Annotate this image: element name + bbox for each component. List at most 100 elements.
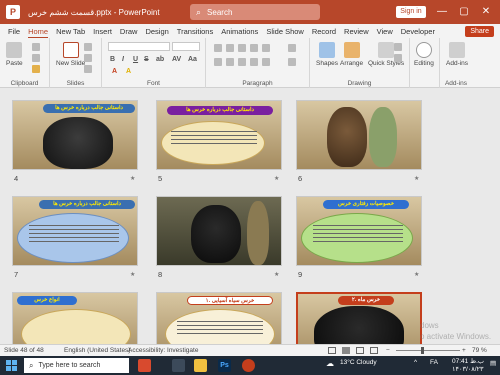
transition-star-icon: ★ (130, 176, 136, 182)
align-center-icon[interactable] (226, 58, 234, 66)
slide-thumbnail-8[interactable] (156, 196, 282, 266)
task-view-icon[interactable] (172, 359, 185, 372)
layout-icon[interactable] (84, 43, 92, 51)
slide-show-view-icon[interactable] (370, 347, 378, 354)
increase-indent-icon[interactable] (250, 44, 258, 52)
clock-date[interactable]: ۱۴۰۳/۰۸/۲۳ (452, 365, 484, 373)
highlight-button[interactable]: A (126, 68, 131, 75)
tab-design[interactable]: Design (145, 27, 168, 36)
taskbar-search[interactable]: ⌕ Type here to search (24, 358, 129, 373)
tab-new-tab[interactable]: New Tab (56, 27, 85, 36)
language-status[interactable]: English (United States) (64, 347, 130, 354)
slide-thumbnail-9[interactable]: خصوصیات رفتاری خرس (296, 196, 422, 266)
font-family-dropdown[interactable] (108, 42, 170, 51)
keyboard-language[interactable]: FA (430, 359, 438, 366)
slide-thumbnail-12[interactable]: ۲. خرس ماه (296, 292, 422, 344)
accessibility-status[interactable]: Accessibility: Investigate (128, 347, 198, 354)
search-box[interactable]: ⌕ Search (190, 4, 320, 20)
slide-thumbnail-5[interactable]: داستانی جالب درباره خرس ها (156, 100, 282, 170)
maximize-button[interactable]: ▢ (454, 0, 474, 24)
underline-button[interactable]: U (133, 56, 138, 63)
format-painter-icon[interactable] (32, 65, 40, 73)
addins-button[interactable]: Add-ins (446, 42, 468, 67)
font-size-dropdown[interactable] (172, 42, 200, 51)
new-slide-icon (62, 42, 79, 58)
tab-developer[interactable]: Developer (401, 27, 435, 36)
align-left-icon[interactable] (214, 58, 222, 66)
weather-status[interactable]: 13°C Cloudy (340, 359, 377, 366)
tab-transitions[interactable]: Transitions (177, 27, 213, 36)
tab-draw[interactable]: Draw (120, 27, 138, 36)
tab-animations[interactable]: Animations (221, 27, 258, 36)
strikethrough-button[interactable]: S (144, 56, 149, 63)
section-icon[interactable] (84, 65, 92, 73)
slide-thumbnail-6[interactable] (296, 100, 422, 170)
change-case-button[interactable]: Aa (188, 56, 197, 63)
transition-star-icon: ★ (130, 272, 136, 278)
notification-icon[interactable]: ▤ (490, 359, 496, 367)
copy-icon[interactable] (32, 54, 40, 62)
zoom-in-icon[interactable]: + (462, 347, 466, 354)
paste-button[interactable]: Paste (6, 42, 23, 67)
reset-icon[interactable] (84, 54, 92, 62)
decrease-indent-icon[interactable] (238, 44, 246, 52)
slide-thumbnail-10[interactable]: انواع خرس (12, 292, 138, 344)
numbering-icon[interactable] (226, 44, 234, 52)
arrange-button[interactable]: Arrange (340, 42, 363, 67)
zoom-out-icon[interactable]: − (386, 347, 390, 354)
bold-button[interactable]: B (110, 56, 115, 63)
justify-icon[interactable] (250, 58, 258, 66)
slide-sorter-view-icon[interactable] (342, 347, 350, 354)
new-slide-button[interactable]: New Slide (56, 42, 85, 67)
windows-start-icon[interactable] (6, 360, 17, 371)
shape-fill-icon[interactable] (394, 43, 402, 51)
smartart-icon[interactable] (288, 58, 296, 66)
tab-slide-show[interactable]: Slide Show (266, 27, 304, 36)
close-button[interactable]: ✕ (476, 0, 496, 24)
tab-review[interactable]: Review (344, 27, 369, 36)
slide-thumbnail-4[interactable]: داستانی جالب درباره خرس ها (12, 100, 138, 170)
italic-button[interactable]: I (122, 56, 124, 63)
tab-record[interactable]: Record (312, 27, 336, 36)
slide-thumbnail-11[interactable]: ۱. خرس سیاه آسیایی (156, 292, 282, 344)
sign-in-button[interactable]: Sign in (396, 6, 426, 18)
editing-button[interactable]: Editing (414, 42, 434, 67)
bullets-icon[interactable] (214, 44, 222, 52)
align-right-icon[interactable] (238, 58, 246, 66)
ribbon-tabs: File Home New Tab Insert Draw Design Tra… (0, 24, 500, 39)
character-spacing-button[interactable]: AV (172, 56, 181, 63)
zoom-slider[interactable] (396, 350, 460, 351)
clock-time[interactable]: 07:41 ب.ظ (452, 357, 484, 365)
line-spacing-icon[interactable] (262, 44, 270, 52)
powerpoint-taskbar-icon[interactable] (242, 359, 255, 372)
zoom-slider-thumb[interactable] (421, 347, 425, 354)
columns-icon[interactable] (262, 58, 270, 66)
file-explorer-icon[interactable] (194, 359, 207, 372)
photoshop-icon[interactable]: Ps (218, 359, 231, 372)
minimize-button[interactable]: — (432, 0, 452, 24)
activate-windows-watermark: dows o activate Windows. (420, 320, 491, 342)
text-direction-icon[interactable] (288, 44, 296, 52)
transition-star-icon: ★ (414, 176, 420, 182)
slides-group-label: Slides (66, 80, 85, 87)
shapes-button[interactable]: Shapes (316, 42, 338, 67)
tab-view[interactable]: View (377, 27, 393, 36)
shape-outline-icon[interactable] (394, 54, 402, 62)
slide-thumbnail-7[interactable]: داستانی جالب درباره خرس ها (12, 196, 138, 266)
font-color-button[interactable]: A (112, 68, 117, 75)
tab-insert[interactable]: Insert (93, 27, 112, 36)
drawing-group: Shapes Arrange Quick Styles Drawing (310, 38, 410, 88)
transition-star-icon: ★ (414, 272, 420, 278)
tab-home[interactable]: Home (28, 27, 49, 39)
cut-icon[interactable] (32, 43, 40, 51)
addins-group-label: Add-ins (444, 80, 468, 87)
shadow-button[interactable]: ab (156, 56, 164, 63)
zoom-level[interactable]: 79 % (472, 347, 487, 354)
normal-view-icon[interactable] (328, 347, 336, 354)
share-button[interactable]: Share (465, 26, 494, 37)
tray-chevron-icon[interactable]: ^ (414, 359, 417, 366)
flowers-widget-icon[interactable] (138, 359, 151, 372)
reading-view-icon[interactable] (356, 347, 364, 354)
slide-sorter[interactable]: داستانی جالب درباره خرس ها 4 ★ داستانی ج… (0, 88, 500, 344)
tab-file[interactable]: File (8, 27, 20, 36)
